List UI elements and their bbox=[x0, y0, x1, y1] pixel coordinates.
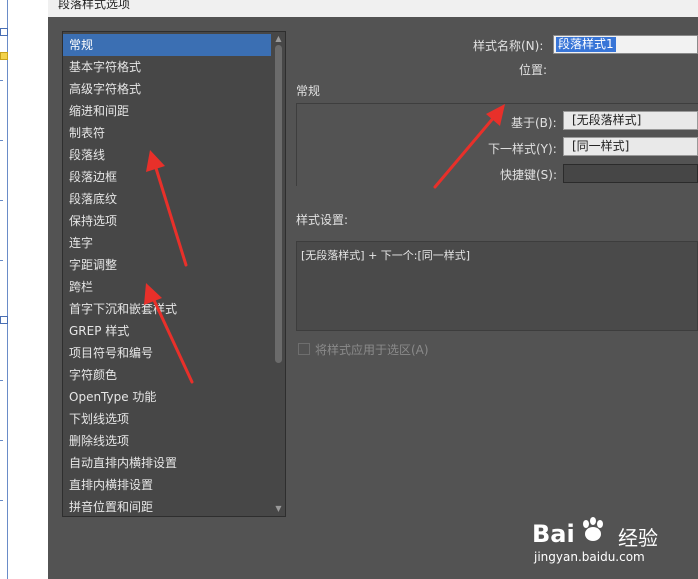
annotation-arrow bbox=[151, 296, 194, 384]
paw-logo-icon bbox=[583, 517, 603, 541]
annotation-arrow bbox=[433, 114, 497, 189]
watermark-url: jingyan.baidu.com bbox=[534, 550, 645, 564]
baidu-jingyan-watermark: Bai 经验 jingyan.baidu.com bbox=[532, 516, 692, 576]
watermark-brand: Bai bbox=[532, 520, 575, 548]
annotation-arrows bbox=[144, 104, 505, 384]
arrow-head bbox=[146, 150, 165, 172]
watermark-brand-suffix: 经验 bbox=[618, 526, 658, 550]
arrow-head bbox=[144, 283, 162, 305]
annotation-arrow bbox=[153, 163, 188, 267]
